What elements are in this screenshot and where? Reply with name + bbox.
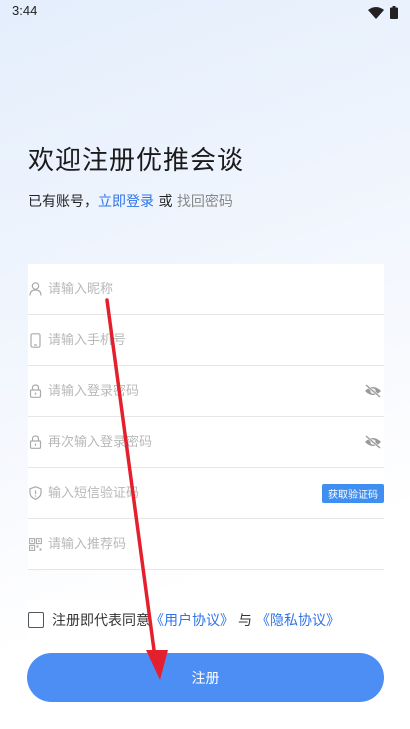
- lock-icon: [28, 435, 42, 449]
- find-password-link[interactable]: 找回密码: [177, 194, 233, 210]
- login-hint: 已有账号，立即登录 或 找回密码: [28, 191, 233, 211]
- agreement-and: 与: [238, 613, 252, 629]
- sms-code-row: 获取验证码: [28, 468, 384, 519]
- password-confirm-row: [28, 417, 384, 468]
- eye-off-icon[interactable]: [364, 383, 382, 402]
- register-button[interactable]: 注册: [27, 653, 384, 702]
- referral-input[interactable]: [48, 536, 384, 552]
- get-code-button[interactable]: 获取验证码: [322, 484, 384, 503]
- has-account-text: 已有账号，: [28, 194, 98, 210]
- lock-icon: [28, 384, 42, 398]
- password-row: [28, 366, 384, 417]
- status-bar: 3:44: [0, 0, 410, 24]
- qr-code-icon: [28, 537, 42, 551]
- login-link[interactable]: 立即登录: [98, 194, 154, 210]
- battery-icon: [390, 4, 398, 23]
- nickname-input[interactable]: [48, 281, 384, 297]
- user-icon: [28, 282, 42, 296]
- phone-row: [28, 315, 384, 366]
- shield-icon: [28, 486, 42, 500]
- status-time: 3:44: [12, 3, 38, 18]
- agreement-prefix: 注册即代表同意: [52, 613, 150, 629]
- password-confirm-input[interactable]: [48, 434, 384, 450]
- phone-icon: [28, 332, 42, 348]
- phone-input[interactable]: [48, 332, 384, 348]
- password-input[interactable]: [48, 383, 384, 399]
- referral-row: [28, 519, 384, 570]
- eye-off-icon[interactable]: [364, 434, 382, 453]
- nickname-row: [28, 264, 384, 315]
- status-icons: [368, 4, 398, 23]
- register-screen: 3:44 欢迎注册优推会谈 已有账号，立即登录 或 找回密码 请输入昵称 请输入…: [0, 0, 410, 729]
- wifi-icon: [368, 4, 384, 23]
- page-title: 欢迎注册优推会谈: [28, 146, 245, 176]
- agreement-checkbox[interactable]: [28, 612, 44, 628]
- user-agreement-link[interactable]: 《用户协议》: [150, 613, 234, 629]
- agreement-text: 注册即代表同意《用户协议》与《隐私协议》: [52, 610, 340, 630]
- register-form: 获取验证码: [28, 264, 384, 570]
- privacy-agreement-link[interactable]: 《隐私协议》: [256, 613, 340, 629]
- or-text: 或: [154, 194, 177, 210]
- agreement-row: 注册即代表同意《用户协议》与《隐私协议》: [28, 600, 384, 640]
